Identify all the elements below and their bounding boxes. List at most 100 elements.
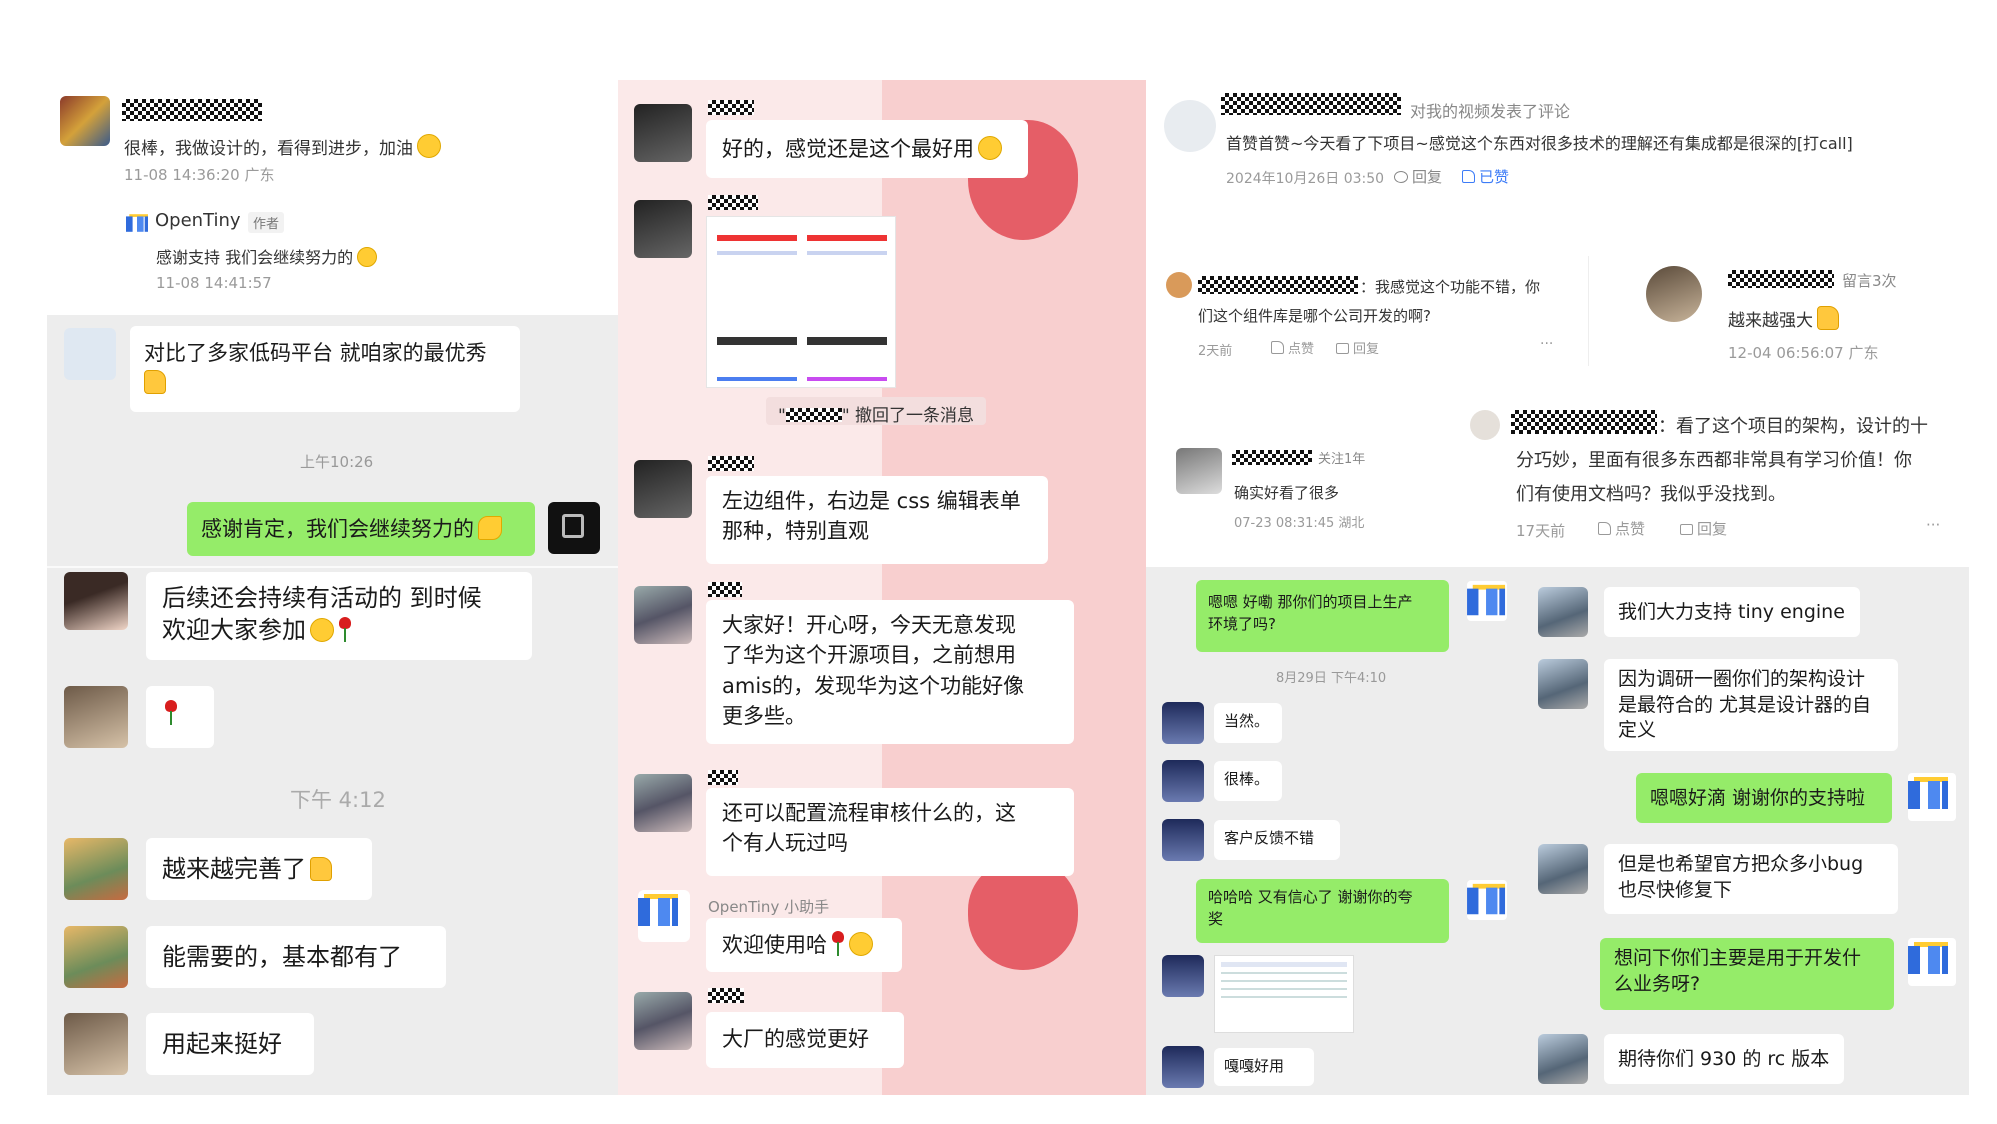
- avatar[interactable]: [1164, 100, 1216, 152]
- avatar[interactable]: [1538, 844, 1588, 894]
- divider: [1588, 256, 1589, 366]
- liked-label: 已赞: [1479, 168, 1510, 186]
- reply-icon: [1394, 171, 1408, 183]
- censored-username: [122, 99, 262, 121]
- grin-emoji-icon: [849, 932, 873, 956]
- message-text: 我们大力支持 tiny engine: [1618, 601, 1845, 623]
- censored-username: [708, 770, 738, 785]
- comment-text: 们有使用文档吗？我似乎没找到。: [1516, 484, 1786, 505]
- sweat-smile-emoji-icon: [978, 136, 1002, 160]
- message-text: 越来越完善了: [162, 855, 306, 883]
- censored-username: [785, 408, 842, 422]
- more-button[interactable]: ···: [1540, 336, 1553, 352]
- author-name[interactable]: OpenTiny: [155, 210, 241, 231]
- like-button[interactable]: 点赞: [1271, 338, 1314, 357]
- avatar[interactable]: [64, 838, 128, 900]
- fist-emoji-icon: [357, 247, 378, 267]
- censored-username: [1511, 410, 1657, 434]
- thumbs-up-icon: [1271, 341, 1284, 354]
- message-text: 因为调研一圈你们的架构设计: [1618, 668, 1866, 690]
- screenshot-image[interactable]: [1214, 955, 1354, 1033]
- timestamp: 上午10:26: [300, 453, 374, 471]
- avatar[interactable]: [548, 502, 600, 554]
- avatar[interactable]: [634, 586, 692, 644]
- timestamp: 8月29日 下午4:10: [1276, 671, 1387, 686]
- panel-comments: 对我的视频发表了评论 首赞首赞~今天看了下项目~感觉这个东西对很多技术的理解还有…: [1146, 80, 1969, 567]
- opentiny-logo-icon: [126, 212, 148, 232]
- opentiny-avatar-icon[interactable]: [1908, 938, 1956, 986]
- avatar[interactable]: [60, 96, 110, 146]
- opentiny-avatar-icon[interactable]: [1467, 880, 1507, 920]
- message-text: 也尽快修复下: [1618, 878, 1733, 901]
- cheer-emoji-icon: [417, 134, 441, 158]
- message-bubble-sent: 哈哈哈 又有信心了 谢谢你的夸 奖: [1196, 879, 1449, 943]
- message-text: 欢迎大家参加: [162, 616, 306, 645]
- message-bubble: 因为调研一圈你们的架构设计 是最符合的 尤其是设计器的自 定义: [1604, 659, 1898, 751]
- avatar[interactable]: [1166, 272, 1192, 298]
- grin-emoji-icon: [310, 618, 334, 643]
- message-text: 后续还会持续有活动的 到时候: [162, 584, 482, 612]
- comment-text: 分巧妙，里面有很多东西都非常具有学习价值！你: [1516, 450, 1912, 471]
- reply-button[interactable]: 回复: [1680, 518, 1727, 539]
- avatar[interactable]: [64, 328, 116, 380]
- message-text: 感谢肯定，我们会继续努力的: [201, 517, 474, 541]
- avatar[interactable]: [64, 1013, 128, 1075]
- avatar[interactable]: [1162, 819, 1204, 861]
- avatar[interactable]: [1646, 266, 1702, 322]
- message-bubble: 嘎嘎好用: [1214, 1048, 1314, 1086]
- message-text: 用起来挺好: [162, 1030, 282, 1058]
- avatar[interactable]: [634, 774, 692, 832]
- message-text: 但是也希望官方把众多小bug: [1618, 853, 1864, 875]
- message-text: 对比了多家低码平台 就咱家的最优秀: [144, 341, 487, 365]
- more-button[interactable]: ···: [1926, 516, 1940, 534]
- comment-time: 17天前: [1516, 522, 1566, 540]
- avatar[interactable]: [1538, 659, 1588, 709]
- recall-text: " 撤回了一条消息: [841, 406, 975, 426]
- recall-notice: " " 撤回了一条消息: [766, 397, 987, 426]
- censored-username: [708, 456, 754, 471]
- avatar[interactable]: [634, 104, 692, 162]
- opentiny-avatar-icon[interactable]: [638, 890, 690, 942]
- avatar[interactable]: [1162, 955, 1204, 997]
- comment-text: 确实好看了很多: [1234, 484, 1340, 502]
- like-button[interactable]: 点赞: [1598, 518, 1645, 539]
- message-text: 大家好！开心呀，今天无意发现: [722, 613, 1016, 637]
- comment-text: ：我感觉这个功能不错，你: [1360, 278, 1541, 296]
- avatar[interactable]: [1538, 587, 1588, 637]
- avatar[interactable]: [1162, 1046, 1204, 1088]
- opentiny-avatar-icon[interactable]: [1467, 581, 1507, 621]
- avatar[interactable]: [1162, 760, 1204, 802]
- avatar[interactable]: [1162, 702, 1204, 744]
- message-bubble-sent: 嗯嗯好滴 谢谢你的支持啦: [1636, 773, 1892, 823]
- message-text: 客户反馈不错: [1224, 829, 1315, 847]
- visit-tag: 留言3次: [1842, 272, 1897, 290]
- avatar[interactable]: [1538, 1034, 1588, 1084]
- message-text: 个有人玩过吗: [722, 831, 848, 856]
- opentiny-avatar-icon[interactable]: [1908, 773, 1956, 821]
- avatar[interactable]: [634, 460, 692, 518]
- thumbs-up-emoji-icon: [144, 370, 166, 395]
- comment-text: 们这个组件库是哪个公司开发的啊?: [1198, 307, 1431, 325]
- reply-button[interactable]: 回复: [1336, 338, 1379, 357]
- liked-button[interactable]: 已赞: [1462, 166, 1509, 187]
- message-text: 么业务呀?: [1614, 972, 1701, 995]
- message-bubble: 左边组件，右边是 css 编辑表单 那种，特别直观: [706, 476, 1048, 564]
- message-text: 大厂的感觉更好: [722, 1027, 869, 1051]
- screenshot-image[interactable]: [706, 216, 896, 388]
- message-text: 哈哈哈 又有信心了 谢谢你的夸: [1208, 888, 1413, 906]
- reply-label: 回复: [1697, 520, 1728, 538]
- avatar[interactable]: [64, 686, 128, 748]
- avatar[interactable]: [64, 572, 128, 630]
- avatar[interactable]: [634, 200, 692, 258]
- avatar[interactable]: [634, 992, 692, 1050]
- message-bubble: 期待你们 930 的 rc 版本: [1604, 1034, 1844, 1084]
- avatar[interactable]: [64, 926, 128, 988]
- message-text: 欢迎使用哈: [722, 933, 827, 957]
- avatar[interactable]: [1176, 448, 1222, 494]
- avatar[interactable]: [1470, 410, 1500, 440]
- timestamp: 下午 4:12: [290, 788, 386, 812]
- censored-username: [708, 195, 758, 210]
- message-text: 那种，特别直观: [722, 519, 869, 544]
- message-text: 左边组件，右边是 css 编辑表单: [722, 489, 1021, 513]
- reply-button[interactable]: 回复: [1394, 166, 1442, 187]
